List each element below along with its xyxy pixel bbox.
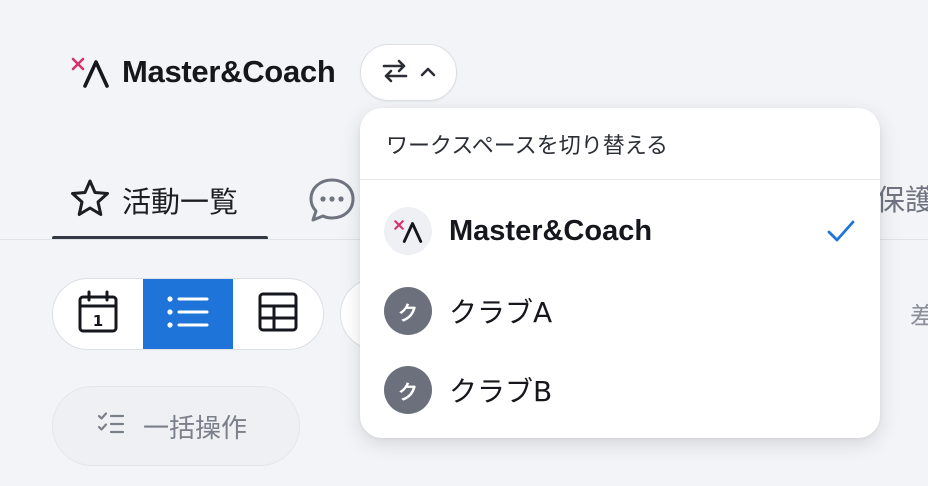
workspace-item-club-b[interactable]: ク クラブB	[360, 351, 880, 429]
star-icon	[70, 178, 110, 222]
checkmark-icon	[826, 217, 856, 245]
svg-text:1: 1	[93, 312, 103, 330]
tab-chat[interactable]	[306, 174, 358, 226]
brand-name: Master&Coach	[122, 54, 336, 89]
chat-bubble-icon	[306, 178, 358, 230]
list-view-button[interactable]	[143, 279, 233, 349]
master-coach-logo-icon	[384, 207, 432, 255]
workspace-switcher-menu: ワークスペースを切り替える Master&Coach ク クラブA ク クラブB	[360, 108, 880, 438]
tab-guardian-partial[interactable]: 保護	[876, 174, 928, 226]
workspace-switch-button[interactable]	[360, 44, 457, 101]
bulk-operations-button[interactable]: 一括操作	[52, 386, 300, 466]
workspace-item-master-coach[interactable]: Master&Coach	[360, 192, 880, 270]
view-toggle: 1	[52, 278, 324, 350]
calendar-icon: 1	[77, 290, 119, 338]
workspace-item-name: Master&Coach	[449, 214, 653, 247]
master-coach-logo-icon	[70, 56, 110, 88]
tab-activity-list-label: 活動一覧	[122, 185, 239, 219]
club-avatar: ク	[384, 287, 432, 335]
checklist-icon	[97, 411, 125, 441]
chevron-up-icon	[419, 63, 437, 82]
grid-icon	[257, 291, 299, 337]
bulk-operations-label: 一括操作	[143, 413, 248, 444]
workspace-menu-title: ワークスペースを切り替える	[360, 108, 880, 180]
workspace-item-club-a[interactable]: ク クラブA	[360, 272, 880, 350]
workspace-item-name: クラブB	[449, 375, 553, 408]
swap-arrows-icon	[381, 58, 409, 88]
tab-activity-list[interactable]: 活動一覧	[52, 160, 268, 240]
club-avatar: ク	[384, 366, 432, 414]
grid-view-button[interactable]	[233, 279, 323, 349]
hidden-control-text-2: 差	[910, 302, 928, 330]
list-icon	[166, 293, 210, 335]
workspace-item-name: クラブA	[449, 296, 553, 329]
brand-logo[interactable]: Master&Coach	[70, 54, 336, 90]
calendar-view-button[interactable]: 1	[53, 279, 143, 349]
